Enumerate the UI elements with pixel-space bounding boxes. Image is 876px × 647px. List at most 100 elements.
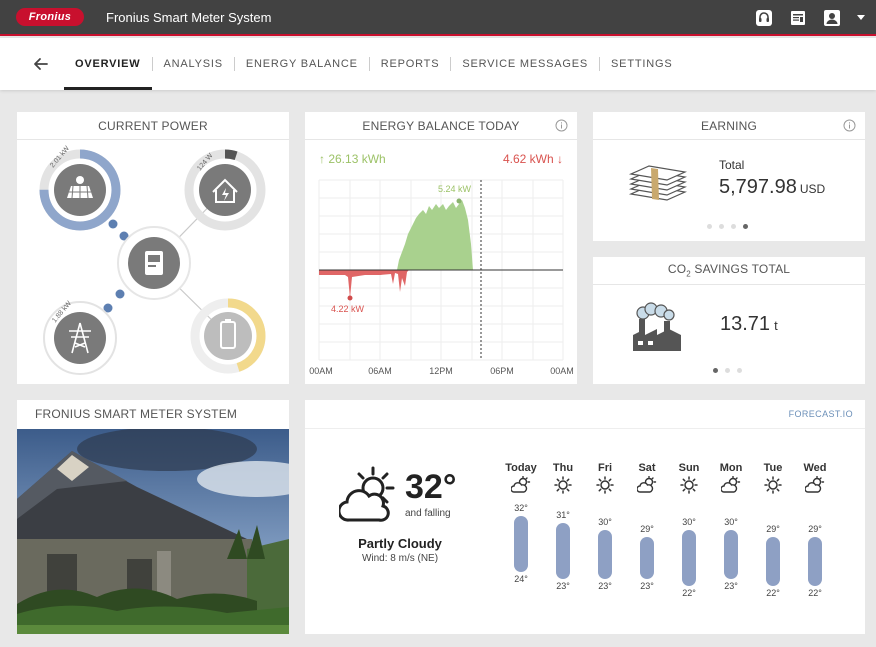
weather-condition: Partly Cloudy [358, 536, 442, 551]
sun-icon [585, 476, 625, 496]
support-icon[interactable] [754, 8, 774, 28]
forecast-high: 30° [724, 517, 738, 527]
carousel-dots[interactable] [707, 224, 748, 229]
forecast-day: Today 32° 24° [501, 462, 541, 602]
carousel-dot[interactable] [731, 224, 736, 229]
info-icon[interactable] [555, 119, 568, 132]
co2-title-prefix: CO [667, 262, 687, 277]
card-title: EARNING [593, 112, 865, 140]
earning-total: 5,797.98 USD [719, 176, 825, 199]
temperature-range-bar [724, 530, 738, 579]
forecast-day-name: Tue [763, 462, 783, 474]
card-title-text: EARNING [700, 118, 758, 133]
energy-produced: ↑ 26.13 kWh [319, 152, 386, 166]
co2-value: 13.71 [720, 313, 771, 335]
system-card[interactable]: FRONIUS SMART METER SYSTEM [17, 400, 289, 634]
sun-icon [543, 476, 583, 496]
card-title-text: CO2 SAVINGS TOTAL [668, 262, 790, 278]
co2-title-suffix: SAVINGS TOTAL [690, 262, 791, 277]
co2-unit: t [774, 318, 778, 333]
temperature-range-bar [766, 537, 780, 586]
pv-node[interactable]: 2.01 kW [39, 145, 121, 231]
forecast-day-name: Mon [719, 462, 743, 474]
tab-overview[interactable]: OVERVIEW [64, 38, 152, 90]
min-label: 4.22 kW [331, 304, 365, 314]
forecast-day-name: Sun [678, 462, 700, 474]
temperature-trend: and falling [405, 508, 451, 519]
energy-balance-chart: 5.24 kW 4.22 kW 00AM 06AM 12PM 06PM 00AM [309, 179, 574, 376]
weather-card[interactable]: FORECAST.IO 32° and falling Partly Cloud… [305, 400, 865, 634]
card-title: FRONIUS SMART METER SYSTEM [35, 407, 238, 421]
forecast-low: 23° [724, 581, 738, 591]
earning-label: Total [719, 158, 745, 172]
system-photo[interactable] [17, 429, 289, 634]
partly-cloudy-icon [339, 466, 395, 522]
user-account-icon[interactable] [822, 8, 842, 28]
forecast-high: 29° [766, 524, 780, 534]
peak-marker [456, 198, 462, 204]
flow-dot [108, 219, 118, 229]
battery-node[interactable] [190, 298, 266, 374]
tab-analysis[interactable]: ANALYSIS [153, 38, 234, 90]
card-title: ENERGY BALANCE TODAY [305, 112, 577, 140]
energy-balance-card[interactable]: ENERGY BALANCE TODAY ↑ 26.13 kWh 4.62 kW… [305, 112, 577, 384]
x-axis: 00AM 06AM 12PM 06PM 00AM [309, 366, 574, 376]
tab-settings[interactable]: SETTINGS [600, 38, 683, 90]
navigation-bar: OVERVIEW ANALYSIS ENERGY BALANCE REPORTS… [0, 38, 876, 90]
forecast-low: 22° [808, 588, 822, 598]
back-arrow-icon[interactable] [30, 53, 52, 75]
earning-unit: USD [799, 182, 826, 196]
carousel-dot[interactable] [713, 368, 718, 373]
carousel-dot[interactable] [743, 224, 748, 229]
caret-down-icon[interactable] [856, 8, 866, 28]
forecast-low: 23° [556, 581, 570, 591]
forecast-day-name: Sat [638, 462, 656, 474]
app-title: Fronius Smart Meter System [106, 9, 272, 25]
grid-node[interactable]: 1.88 kW [43, 300, 117, 375]
info-icon[interactable] [843, 119, 856, 132]
co2-savings-card[interactable]: CO2 SAVINGS TOTAL 13.71 t [593, 257, 865, 384]
temperature-range-bar [556, 523, 570, 579]
forecast-day: Fri 30° 23° [585, 462, 625, 602]
partly-cloudy-icon [627, 476, 667, 496]
forecast-day-name: Today [505, 462, 537, 474]
forecast-io-link[interactable]: FORECAST.IO [789, 409, 853, 419]
load-node[interactable]: 124 W [184, 149, 266, 231]
inverter-node[interactable] [117, 226, 191, 300]
carousel-dot[interactable] [707, 224, 712, 229]
forecast-high: 30° [598, 517, 612, 527]
fronius-logo[interactable]: Fronius [16, 8, 84, 26]
forecast-high: 29° [640, 524, 654, 534]
forecast-low: 23° [640, 581, 654, 591]
forecast-day: Mon 30° 23° [711, 462, 751, 602]
carousel-dot[interactable] [719, 224, 724, 229]
forecast-high: 30° [682, 517, 696, 527]
calendar-report-icon[interactable] [788, 8, 808, 28]
forecast-low: 22° [766, 588, 780, 598]
card-title-text: ENERGY BALANCE TODAY [362, 118, 520, 133]
power-flow-diagram: 2.01 kW 124 W 1.88 kW [39, 145, 266, 375]
temperature-range-bar [598, 530, 612, 579]
x-tick-label: 00AM [309, 366, 333, 376]
earning-card[interactable]: EARNING Total 5,797.98 USD [593, 112, 865, 241]
forecast-low: 22° [682, 588, 696, 598]
carousel-dot[interactable] [725, 368, 730, 373]
peak-label: 5.24 kW [438, 184, 472, 194]
forecast-high: 32° [514, 503, 528, 513]
card-title: CURRENT POWER [17, 112, 289, 140]
tab-service-messages[interactable]: SERVICE MESSAGES [451, 38, 599, 90]
production-area [397, 200, 473, 270]
flow-dot [115, 289, 125, 299]
forecast-day: Sun 30° 22° [669, 462, 709, 602]
current-power-card[interactable]: CURRENT POWER 2.01 kW 124 W 1.88 kW [17, 112, 289, 384]
partly-cloudy-icon [795, 476, 835, 496]
tab-reports[interactable]: REPORTS [370, 38, 451, 90]
divider [305, 428, 865, 429]
carousel-dot[interactable] [737, 368, 742, 373]
inverter-icon [145, 251, 163, 275]
forecast-day-name: Wed [803, 462, 827, 474]
factory-icon [633, 302, 681, 351]
tab-energy-balance[interactable]: ENERGY BALANCE [235, 38, 369, 90]
carousel-dots[interactable] [713, 368, 742, 373]
forecast-high: 31° [556, 510, 570, 520]
